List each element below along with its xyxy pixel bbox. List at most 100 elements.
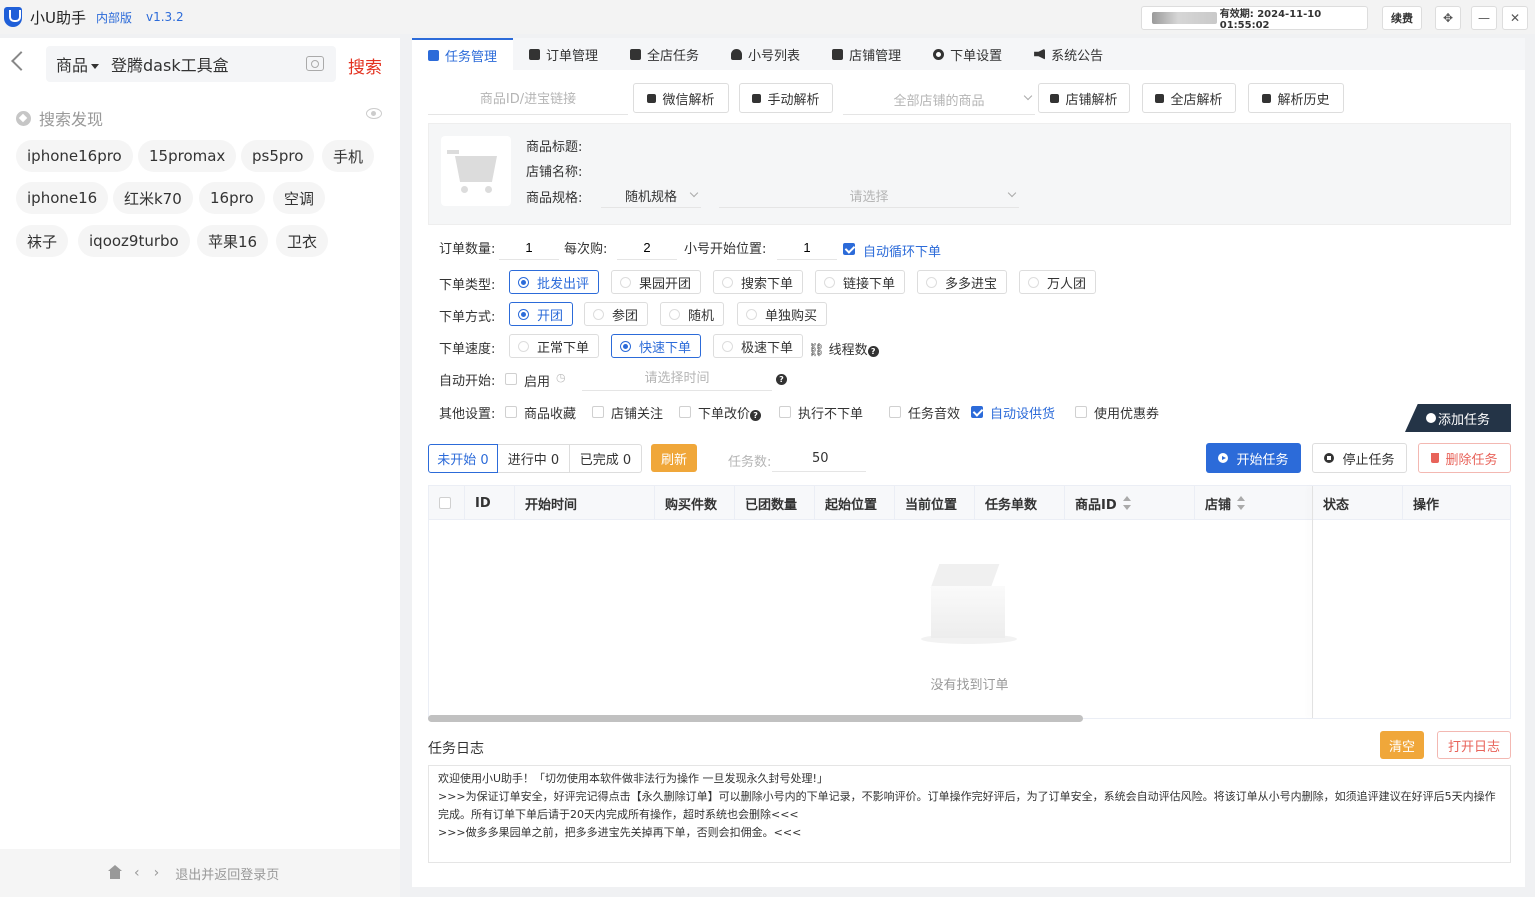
sort-icon[interactable]: [1237, 496, 1246, 510]
select-all-checkbox[interactable]: [439, 497, 451, 509]
order-type-option[interactable]: 搜索下单: [713, 270, 804, 294]
discover-tag[interactable]: 手机: [322, 140, 375, 172]
wechat-parse-button[interactable]: 微信解析: [633, 83, 729, 113]
auto-start-time-input[interactable]: [582, 367, 772, 391]
stop-task-button[interactable]: 停止任务: [1312, 443, 1407, 473]
discover-tag[interactable]: 卫衣: [276, 225, 329, 257]
log-line: >>>做多多果园单之前，把多多进宝先关掉再下单，否则会扣佣金。<<<: [438, 826, 802, 839]
clear-log-button[interactable]: 清空: [1380, 731, 1424, 759]
sound-checkbox[interactable]: [889, 406, 901, 418]
discover-tag[interactable]: 空调: [273, 182, 326, 214]
coupon-checkbox[interactable]: [1075, 406, 1087, 418]
order-type-option[interactable]: 链接下单: [815, 270, 906, 294]
spec-mode-select[interactable]: 随机规格: [601, 184, 701, 208]
logout-link[interactable]: 退出并返回登录页: [175, 864, 279, 883]
order-mode-option[interactable]: 随机: [660, 302, 725, 326]
add-task-button[interactable]: 添加任务: [1405, 404, 1511, 432]
home-icon[interactable]: [108, 865, 122, 879]
col-actions[interactable]: 操作: [1403, 486, 1510, 520]
tab-account-list[interactable]: 小号列表: [715, 38, 816, 70]
col-start-time[interactable]: 开始时间: [515, 486, 655, 520]
sort-icon[interactable]: [1122, 496, 1131, 510]
product-card: 商品标题: 店铺名称: 商品规格: 随机规格 请选择: [428, 123, 1511, 225]
discover-tag[interactable]: 15promax: [138, 140, 237, 172]
speed-option[interactable]: 正常下单: [509, 334, 600, 358]
tab-shop-task[interactable]: 全店任务: [614, 38, 715, 70]
other-settings-label: 其他设置:: [439, 407, 496, 422]
speed-option[interactable]: 快速下单: [611, 334, 702, 358]
col-status[interactable]: 状态: [1313, 486, 1403, 520]
tab-order-settings[interactable]: 下单设置: [917, 38, 1018, 70]
start-pos-input[interactable]: [777, 236, 837, 260]
manual-parse-button[interactable]: 手动解析: [739, 83, 833, 113]
follow-store-checkbox[interactable]: [592, 406, 604, 418]
spec-select[interactable]: 请选择: [719, 184, 1019, 208]
auto-loop-checkbox[interactable]: [843, 243, 855, 255]
order-type-option[interactable]: 批发出评: [509, 270, 600, 294]
col-buy-qty[interactable]: 购买件数: [655, 486, 735, 520]
change-price-checkbox[interactable]: [679, 406, 691, 418]
enable-checkbox[interactable]: [505, 373, 517, 385]
col-grouped[interactable]: 已团数量: [735, 486, 815, 520]
favorite-checkbox[interactable]: [505, 406, 517, 418]
no-order-checkbox[interactable]: [779, 406, 791, 418]
tab-store-management[interactable]: 店铺管理: [816, 38, 917, 70]
discover-tag[interactable]: 16pro: [199, 182, 265, 214]
auto-supply-checkbox[interactable]: [971, 406, 983, 418]
order-mode-option[interactable]: 参团: [584, 302, 649, 326]
discover-tag[interactable]: 袜子: [16, 225, 69, 257]
filter-not-started[interactable]: 未开始 0: [428, 444, 498, 473]
minimize-button[interactable]: —: [1471, 6, 1497, 30]
col-product-id[interactable]: 商品ID: [1065, 486, 1195, 520]
move-icon[interactable]: ✥: [1435, 6, 1461, 30]
search-input[interactable]: [111, 54, 292, 74]
filter-running[interactable]: 进行中 0: [498, 444, 570, 473]
store-goods-select[interactable]: 全部店铺的商品: [843, 85, 1035, 115]
product-link-input[interactable]: [428, 85, 628, 115]
task-count-input[interactable]: [772, 446, 866, 472]
discover-tag[interactable]: iphone16pro: [16, 140, 133, 172]
discover-tag[interactable]: ps5pro: [241, 140, 315, 172]
tab-order-management[interactable]: 订单管理: [513, 38, 614, 70]
camera-icon[interactable]: [306, 56, 324, 71]
col-start-pos[interactable]: 起始位置: [815, 486, 895, 520]
order-mode-option[interactable]: 单独购买: [737, 302, 828, 326]
discover-tag[interactable]: iphone16: [16, 182, 109, 214]
eye-icon[interactable]: [366, 108, 382, 119]
refresh-button[interactable]: 刷新: [651, 444, 697, 472]
order-type-option[interactable]: 多多进宝: [917, 270, 1008, 294]
per-buy-input[interactable]: [617, 236, 677, 260]
order-mode-option[interactable]: 开团: [509, 302, 574, 326]
discover-tag[interactable]: 苹果16: [197, 225, 269, 257]
close-button[interactable]: ✕: [1502, 6, 1528, 30]
chevron-left-icon[interactable]: ‹: [134, 865, 140, 881]
search-category-select[interactable]: 商品: [56, 52, 100, 76]
renew-button[interactable]: 续费: [1382, 6, 1422, 30]
speed-option[interactable]: 极速下单: [713, 334, 804, 358]
help-icon[interactable]: ?: [776, 374, 787, 385]
delete-task-button[interactable]: 删除任务: [1418, 443, 1511, 473]
threads-setting[interactable]: ⛓ 线程数?: [808, 339, 879, 358]
search-button[interactable]: 搜索: [348, 53, 382, 78]
tab-announcement[interactable]: 系统公告: [1018, 38, 1119, 70]
filter-done[interactable]: 已完成 0: [570, 444, 642, 473]
back-arrow-icon[interactable]: [11, 51, 31, 71]
start-task-button[interactable]: 开始任务: [1206, 443, 1301, 473]
col-store[interactable]: 店铺: [1195, 486, 1313, 520]
order-type-option[interactable]: 果园开团: [611, 270, 702, 294]
order-qty-input[interactable]: [499, 236, 559, 260]
parse-history-button[interactable]: 解析历史: [1248, 83, 1344, 113]
col-task-count[interactable]: 任务单数: [975, 486, 1065, 520]
chevron-right-icon[interactable]: ›: [154, 865, 160, 881]
discover-tag[interactable]: 红米k70: [113, 182, 193, 214]
discover-tag[interactable]: iqooz9turbo: [78, 225, 190, 257]
horizontal-scrollbar[interactable]: [428, 715, 1083, 722]
col-id[interactable]: ID: [465, 486, 515, 520]
all-store-parse-button[interactable]: 全店解析: [1142, 83, 1236, 113]
open-log-button[interactable]: 打开日志: [1437, 731, 1511, 759]
store-parse-button[interactable]: 店铺解析: [1038, 83, 1130, 113]
tab-task-management[interactable]: 任务管理: [412, 38, 514, 70]
col-current-pos[interactable]: 当前位置: [895, 486, 975, 520]
order-type-option[interactable]: 万人团: [1019, 270, 1097, 294]
auto-start-label: 自动开始:: [439, 374, 496, 389]
